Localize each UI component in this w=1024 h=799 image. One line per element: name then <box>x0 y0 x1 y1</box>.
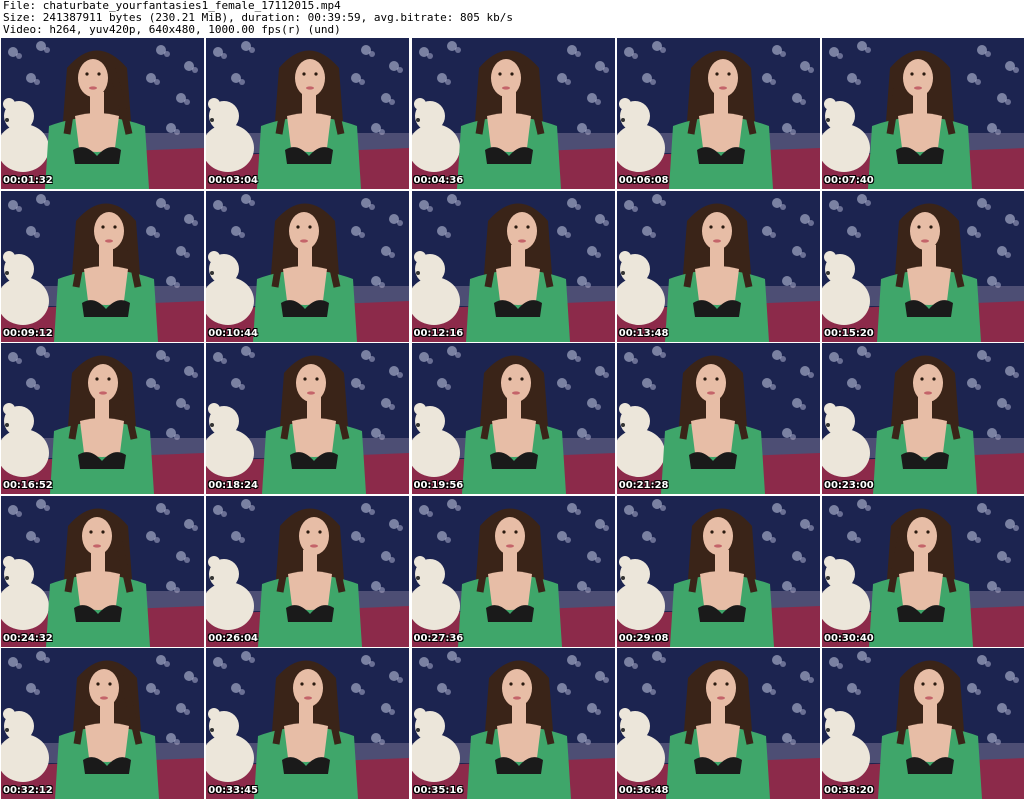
video-frame-image <box>822 190 1024 342</box>
frame-timestamp: 00:10:44 <box>208 327 258 339</box>
frame-timestamp: 00:16:52 <box>3 480 53 491</box>
thumbnail-frame: 00:21:28 <box>616 343 820 494</box>
thumbnail-grid: 00:01:32 00:03:04 00:04:36 00:06:08 00:07:40… <box>0 38 1024 799</box>
frame-timestamp: 00:06:08 <box>618 175 669 186</box>
frame-timestamp: 00:15:20 <box>824 327 874 339</box>
video-frame-image <box>822 495 1024 647</box>
video-frame-image <box>206 648 410 799</box>
video-frame-image <box>616 38 820 189</box>
thumbnail-frame: 00:01:32 <box>1 38 204 189</box>
thumbnail-frame: 00:16:52 <box>1 343 204 494</box>
frame-timestamp: 00:27:36 <box>413 632 464 644</box>
frame-timestamp: 00:38:20 <box>824 785 874 796</box>
thumbnail-frame: 00:35:16 <box>411 648 615 799</box>
video-frame-image <box>411 38 615 189</box>
video-frame-image <box>411 648 615 799</box>
frame-timestamp: 00:29:08 <box>618 632 669 644</box>
video-frame-image <box>1 38 204 189</box>
thumbnail-frame: 00:23:00 <box>822 343 1024 494</box>
frame-timestamp: 00:09:12 <box>3 327 53 339</box>
video-frame-image <box>411 190 615 342</box>
frame-timestamp: 00:24:32 <box>3 632 53 644</box>
video-frame-image <box>616 648 820 799</box>
video-frame-image <box>616 190 820 342</box>
file-size-line: Size: 241387911 bytes (230.21 MiB), dura… <box>3 12 513 24</box>
thumbnail-frame: 00:03:04 <box>206 38 410 189</box>
frame-timestamp: 00:26:04 <box>208 632 258 644</box>
frame-timestamp: 00:07:40 <box>824 175 874 186</box>
thumbnail-frame: 00:24:32 <box>1 495 204 647</box>
thumbnail-frame: 00:07:40 <box>822 38 1024 189</box>
thumbnail-frame: 00:18:24 <box>206 343 410 494</box>
frame-timestamp: 00:23:00 <box>824 480 874 491</box>
frame-timestamp: 00:03:04 <box>208 175 258 186</box>
frame-timestamp: 00:18:24 <box>208 480 258 491</box>
video-frame-image <box>822 648 1024 799</box>
thumbnail-frame: 00:09:12 <box>1 190 204 342</box>
video-frame-image <box>1 343 204 494</box>
frame-timestamp: 00:36:48 <box>618 785 669 796</box>
frame-timestamp: 00:33:45 <box>208 785 258 796</box>
thumbnail-frame: 00:36:48 <box>616 648 820 799</box>
video-info-line: Video: h264, yuv420p, 640x480, 1000.00 f… <box>3 24 341 36</box>
video-frame-image <box>1 648 204 799</box>
file-name-line: File: chaturbate_yourfantasies1_female_1… <box>3 0 341 12</box>
thumbnail-frame: 00:10:44 <box>206 190 410 342</box>
thumbnail-frame: 00:13:48 <box>616 190 820 342</box>
frame-timestamp: 00:01:32 <box>3 175 53 186</box>
thumbnail-frame: 00:12:16 <box>411 190 615 342</box>
thumbnail-frame: 00:38:20 <box>822 648 1024 799</box>
frame-timestamp: 00:12:16 <box>413 327 464 339</box>
thumbnail-frame: 00:04:36 <box>411 38 615 189</box>
thumbnail-frame: 00:06:08 <box>616 38 820 189</box>
video-frame-image <box>822 38 1024 189</box>
video-frame-image <box>206 190 410 342</box>
video-frame-image <box>206 343 410 494</box>
thumbnail-frame: 00:33:45 <box>206 648 410 799</box>
thumbnail-frame: 00:29:08 <box>616 495 820 647</box>
thumbnail-frame: 00:27:36 <box>411 495 615 647</box>
video-frame-image <box>411 343 615 494</box>
video-frame-image <box>411 495 615 647</box>
video-frame-image <box>1 190 204 342</box>
video-frame-image <box>616 343 820 494</box>
video-frame-image <box>616 495 820 647</box>
video-frame-image <box>1 495 204 647</box>
frame-timestamp: 00:21:28 <box>618 480 669 491</box>
frame-timestamp: 00:35:16 <box>413 785 464 796</box>
thumbnail-frame: 00:26:04 <box>206 495 410 647</box>
video-frame-image <box>822 343 1024 494</box>
info-header: File: chaturbate_yourfantasies1_female_1… <box>3 0 1021 38</box>
thumbnail-frame: 00:30:40 <box>822 495 1024 647</box>
frame-timestamp: 00:32:12 <box>3 785 53 796</box>
frame-timestamp: 00:19:56 <box>413 480 464 491</box>
frame-timestamp: 00:30:40 <box>824 632 874 644</box>
video-frame-image <box>206 38 410 189</box>
frame-timestamp: 00:04:36 <box>413 175 464 186</box>
thumbnail-frame: 00:32:12 <box>1 648 204 799</box>
frame-timestamp: 00:13:48 <box>618 327 669 339</box>
thumbnail-frame: 00:15:20 <box>822 190 1024 342</box>
thumbnail-frame: 00:19:56 <box>411 343 615 494</box>
video-frame-image <box>206 495 410 647</box>
